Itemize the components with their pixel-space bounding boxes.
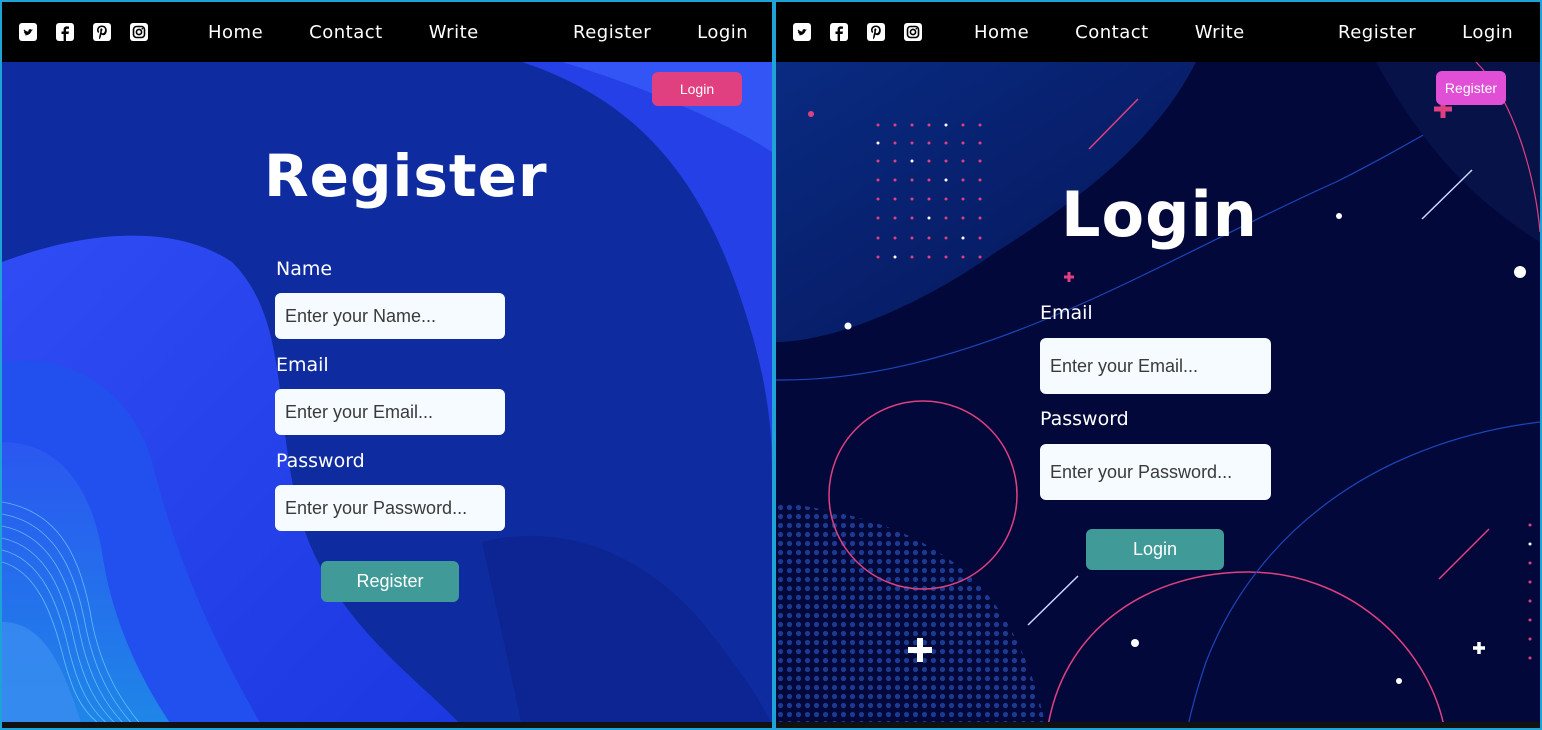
facebook-icon[interactable]: [829, 22, 849, 42]
corner-login-button[interactable]: Login: [652, 72, 742, 106]
register-panel: Home Contact Write Register Login Login …: [0, 0, 774, 730]
nav-register[interactable]: Register: [1338, 22, 1416, 43]
nav-write[interactable]: Write: [429, 22, 479, 43]
bottom-strip: [2, 722, 772, 728]
nav-contact[interactable]: Contact: [309, 22, 383, 43]
register-submit-button[interactable]: Register: [321, 561, 459, 602]
navbar: Home Contact Write Register Login: [776, 2, 1540, 62]
twitter-icon[interactable]: [792, 22, 812, 42]
page-title: Register: [264, 142, 548, 210]
facebook-icon[interactable]: [55, 22, 75, 42]
bottom-strip: [776, 722, 1540, 728]
nav-home[interactable]: Home: [974, 22, 1029, 43]
social-links: [18, 22, 149, 42]
nav-home[interactable]: Home: [208, 22, 263, 43]
name-label: Name: [276, 258, 333, 280]
name-input[interactable]: [275, 293, 505, 339]
instagram-icon[interactable]: [903, 22, 923, 42]
page-title: Login: [1061, 178, 1258, 251]
auth-nav: Register Login: [1338, 22, 1513, 43]
pinterest-icon[interactable]: [866, 22, 886, 42]
login-submit-button[interactable]: Login: [1086, 529, 1224, 570]
main-nav: Home Contact Write: [208, 22, 479, 43]
email-input[interactable]: [275, 389, 505, 435]
social-links: [792, 22, 923, 42]
email-label: Email: [276, 354, 329, 376]
nav-login[interactable]: Login: [697, 22, 748, 43]
nav-write[interactable]: Write: [1195, 22, 1245, 43]
password-label: Password: [1040, 408, 1129, 430]
twitter-icon[interactable]: [18, 22, 38, 42]
pinterest-icon[interactable]: [92, 22, 112, 42]
navbar: Home Contact Write Register Login: [2, 2, 772, 62]
password-input[interactable]: [275, 485, 505, 531]
password-label: Password: [276, 450, 365, 472]
email-input[interactable]: [1040, 338, 1271, 394]
nav-login[interactable]: Login: [1462, 22, 1513, 43]
main-nav: Home Contact Write: [974, 22, 1245, 43]
login-panel: Home Contact Write Register Login Regist…: [774, 0, 1542, 730]
auth-nav: Register Login: [573, 22, 748, 43]
nav-contact[interactable]: Contact: [1075, 22, 1149, 43]
email-label: Email: [1040, 302, 1093, 324]
corner-register-button[interactable]: Register: [1436, 71, 1506, 105]
instagram-icon[interactable]: [129, 22, 149, 42]
password-input[interactable]: [1040, 444, 1271, 500]
nav-register[interactable]: Register: [573, 22, 651, 43]
